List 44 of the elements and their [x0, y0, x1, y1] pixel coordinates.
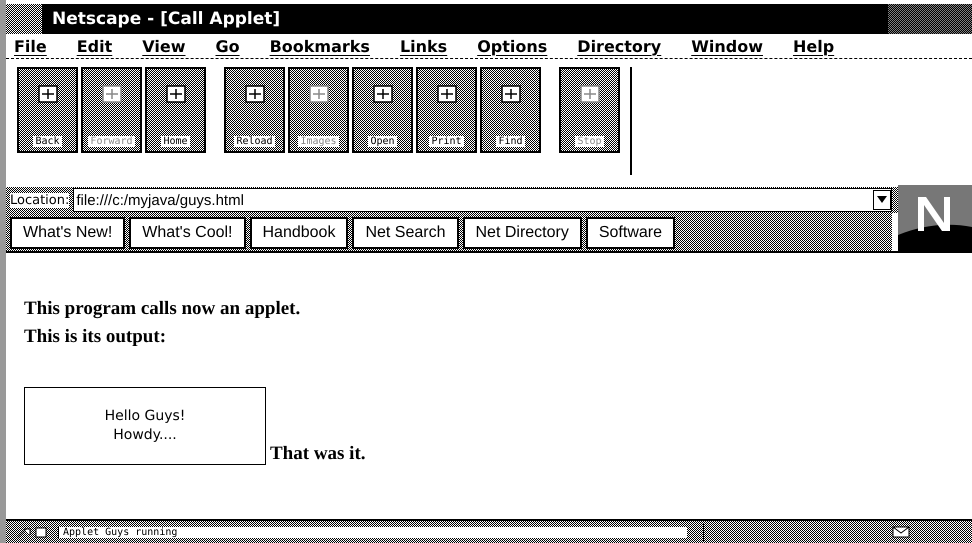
menu-item[interactable]: Go: [209, 36, 250, 56]
directory-button[interactable]: Net Search: [352, 217, 458, 249]
location-field[interactable]: file:///c:/myjava/guys.html: [73, 188, 892, 212]
page-text: That was it.: [270, 443, 366, 465]
directory-button[interactable]: What's Cool!: [129, 217, 246, 249]
toolbar-button[interactable]: Print: [416, 67, 477, 153]
window-title: Netscape - [Call Applet]: [52, 9, 280, 29]
menu-item[interactable]: Help: [786, 36, 844, 56]
toolbar-button[interactable]: Reload: [224, 67, 285, 153]
directory-button[interactable]: Handbook: [250, 217, 348, 249]
toolbar-icon: [36, 83, 60, 105]
mail-icon[interactable]: [892, 525, 910, 539]
toolbar-icon: [100, 83, 124, 105]
toolbar-icon: [434, 83, 458, 105]
system-menu-icon[interactable]: [6, 4, 42, 34]
toolbar-icon: [242, 83, 266, 105]
location-label: Location:: [10, 192, 70, 208]
applet-text: Howdy....: [113, 426, 177, 445]
page-text: This is its output:: [24, 325, 168, 349]
window-controls-icon[interactable]: [888, 4, 972, 34]
toolbar-icon: [370, 83, 394, 105]
menu-item[interactable]: Edit: [70, 36, 122, 56]
menu-item[interactable]: Bookmarks: [264, 36, 380, 56]
menu-item[interactable]: View: [136, 36, 196, 56]
toolbar-icon: [306, 83, 330, 105]
menu-item[interactable]: Window: [685, 36, 773, 56]
toolbar-icon: [164, 83, 188, 105]
page-text: This program calls now an applet.: [24, 297, 302, 321]
toolbar-button[interactable]: Find: [480, 67, 541, 153]
toolbar-button[interactable]: Open: [352, 67, 413, 153]
toolbar-icon: [498, 83, 522, 105]
menu-item[interactable]: Options: [471, 36, 558, 56]
directory-button[interactable]: What's New!: [10, 217, 126, 249]
applet-text: Hello Guys!: [104, 407, 186, 426]
directory-button[interactable]: Software: [586, 217, 675, 249]
menu-item[interactable]: File: [8, 36, 57, 56]
menu-item[interactable]: Directory: [571, 36, 672, 56]
directory-button[interactable]: Net Directory: [462, 217, 582, 249]
toolbar-icon: [578, 83, 602, 105]
menu-item[interactable]: Links: [394, 36, 458, 56]
toolbar-button[interactable]: Back: [17, 67, 78, 153]
toolbar-button[interactable]: Home: [145, 67, 206, 153]
status-text: Applet Guys running: [58, 526, 687, 538]
dropdown-icon[interactable]: [873, 190, 891, 210]
